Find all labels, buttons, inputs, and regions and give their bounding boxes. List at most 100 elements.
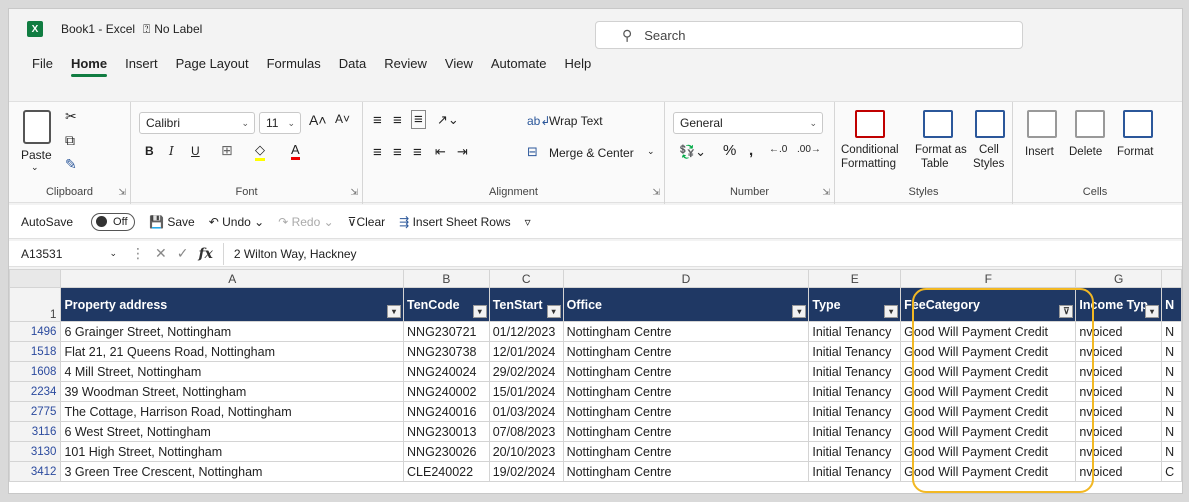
cell[interactable]: Initial Tenancy <box>808 461 902 482</box>
menu-item-help[interactable]: Help <box>556 56 601 79</box>
cell[interactable]: NNG240024 <box>403 361 490 382</box>
format-as-table-line2[interactable]: Table <box>921 158 949 170</box>
cell[interactable]: 12/01/2024 <box>488 341 564 362</box>
cell[interactable]: NNG240002 <box>403 381 490 402</box>
cell[interactable]: 4 Mill Street, Nottingham <box>60 361 405 382</box>
cell[interactable]: Initial Tenancy <box>808 421 902 442</box>
cell[interactable]: nvoiced <box>1075 361 1163 382</box>
comma-style-icon[interactable]: , <box>749 142 753 159</box>
cell[interactable]: N <box>1161 421 1182 442</box>
menu-item-automate[interactable]: Automate <box>482 56 556 79</box>
column-header-g[interactable]: G <box>1075 269 1163 288</box>
align-bottom-icon[interactable]: ≡ <box>411 110 426 129</box>
format-cells-icon[interactable] <box>1123 110 1153 138</box>
cell[interactable]: Initial Tenancy <box>808 341 902 362</box>
cell[interactable]: Good Will Payment Credit <box>900 361 1077 382</box>
align-middle-icon[interactable]: ≡ <box>393 112 402 129</box>
paste-dropdown-icon[interactable]: ⌄ <box>31 162 39 173</box>
customize-qat-icon[interactable]: ▿ <box>525 215 531 229</box>
bold-icon[interactable]: B <box>145 144 154 158</box>
cell[interactable]: N <box>1161 441 1182 462</box>
cell[interactable]: Good Will Payment Credit <box>900 321 1077 342</box>
row-number[interactable]: 2775 <box>9 401 62 422</box>
table-header-cell[interactable]: TenStart ▾ <box>488 287 564 322</box>
sensitivity-label-icon[interactable]: ⍰ <box>143 22 150 37</box>
column-header-b[interactable]: B <box>403 269 490 288</box>
undo-button[interactable]: ↶ Undo ⌄ <box>209 215 264 229</box>
cell[interactable]: 15/01/2024 <box>488 381 564 402</box>
table-header-cell[interactable]: Property address ▾ <box>60 287 405 322</box>
row-number[interactable]: 2234 <box>9 381 62 402</box>
menu-item-data[interactable]: Data <box>330 56 375 79</box>
cell[interactable]: Initial Tenancy <box>808 381 902 402</box>
row-number[interactable]: 1496 <box>9 321 62 342</box>
fill-color-icon[interactable]: ◇ <box>255 142 265 161</box>
menu-item-file[interactable]: File <box>23 56 62 79</box>
cell-styles-icon[interactable] <box>975 110 1005 138</box>
increase-indent-icon[interactable]: ⇥ <box>457 144 468 160</box>
insert-function-icon[interactable]: fx <box>198 246 212 262</box>
italic-icon[interactable]: I <box>169 144 174 158</box>
filter-dropdown-icon[interactable]: ▾ <box>387 305 402 318</box>
cell[interactable]: CLE240022 <box>403 461 490 482</box>
cell[interactable]: nvoiced <box>1075 341 1163 362</box>
chevron-down-icon[interactable]: ⌄ <box>647 146 655 157</box>
delete-button[interactable]: Delete <box>1069 146 1102 158</box>
insert-cells-icon[interactable] <box>1027 110 1057 138</box>
cell[interactable]: Nottingham Centre <box>562 341 810 362</box>
merge-center-button[interactable]: Merge & Center <box>549 146 634 160</box>
align-left-icon[interactable]: ≡ <box>373 144 382 161</box>
underline-icon[interactable]: U <box>191 144 200 158</box>
column-header-d[interactable]: D <box>562 269 810 288</box>
cell-styles-button[interactable]: Cell <box>979 144 999 156</box>
cell[interactable]: Good Will Payment Credit <box>900 401 1077 422</box>
percent-icon[interactable]: % <box>723 142 736 159</box>
wrap-text-button[interactable]: Wrap Text <box>549 114 603 128</box>
row-header[interactable]: 1 <box>9 287 62 322</box>
cell[interactable]: 01/03/2024 <box>488 401 564 422</box>
row-number[interactable]: 3130 <box>9 441 62 462</box>
orientation-icon[interactable]: ↗⌄ <box>437 112 459 128</box>
shrink-font-icon[interactable]: A˅ <box>335 112 350 126</box>
merge-center-icon[interactable]: ⊟ <box>527 144 538 160</box>
decrease-indent-icon[interactable]: ⇤ <box>435 144 446 160</box>
cell[interactable]: 39 Woodman Street, Nottingham <box>60 381 405 402</box>
table-header-cell[interactable]: FeeCategory ⊽ <box>900 287 1077 322</box>
cell[interactable]: nvoiced <box>1075 421 1163 442</box>
cell[interactable]: 6 Grainger Street, Nottingham <box>60 321 405 342</box>
table-header-cell[interactable]: N <box>1161 287 1182 322</box>
font-name-select[interactable]: Calibri ⌄ <box>139 112 255 134</box>
alignment-launcher-icon[interactable]: ⇲ <box>652 187 660 198</box>
menu-item-review[interactable]: Review <box>375 56 436 79</box>
filter-dropdown-icon[interactable]: ▾ <box>1145 305 1160 318</box>
menu-item-view[interactable]: View <box>436 56 482 79</box>
redo-button[interactable]: ↷ Redo ⌄ <box>278 215 333 229</box>
table-header-cell[interactable]: Office ▾ <box>562 287 810 322</box>
row-number[interactable]: 1608 <box>9 361 62 382</box>
insert-button[interactable]: Insert <box>1025 146 1054 158</box>
cell[interactable]: Initial Tenancy <box>808 321 902 342</box>
search-input[interactable]: ⚲ Search <box>595 21 1023 49</box>
cell[interactable]: 6 West Street, Nottingham <box>60 421 405 442</box>
filter-dropdown-icon[interactable]: ▾ <box>472 305 487 318</box>
cell[interactable]: NNG230738 <box>403 341 490 362</box>
wrap-text-icon[interactable]: ab↲ <box>527 114 550 128</box>
filter-dropdown-icon[interactable]: ▾ <box>884 305 899 318</box>
column-header-e[interactable]: E <box>808 269 902 288</box>
menu-item-insert[interactable]: Insert <box>116 56 167 79</box>
cell[interactable]: nvoiced <box>1075 321 1163 342</box>
table-header-cell[interactable]: Type ▾ <box>808 287 902 322</box>
cell[interactable]: NNG230721 <box>403 321 490 342</box>
row-number[interactable]: 1518 <box>9 341 62 362</box>
cell[interactable]: Flat 21, 21 Queens Road, Nottingham <box>60 341 405 362</box>
table-header-cell[interactable]: TenCode ▾ <box>403 287 490 322</box>
cell[interactable]: 01/12/2023 <box>488 321 564 342</box>
cell[interactable]: Good Will Payment Credit <box>900 441 1077 462</box>
autosave-toggle[interactable]: Off <box>91 212 136 231</box>
cell[interactable]: nvoiced <box>1075 461 1163 482</box>
cell[interactable]: Nottingham Centre <box>562 361 810 382</box>
cell[interactable]: N <box>1161 401 1182 422</box>
cell[interactable]: NNG230013 <box>403 421 490 442</box>
delete-cells-icon[interactable] <box>1075 110 1105 138</box>
sensitivity-label[interactable]: No Label <box>154 22 202 36</box>
